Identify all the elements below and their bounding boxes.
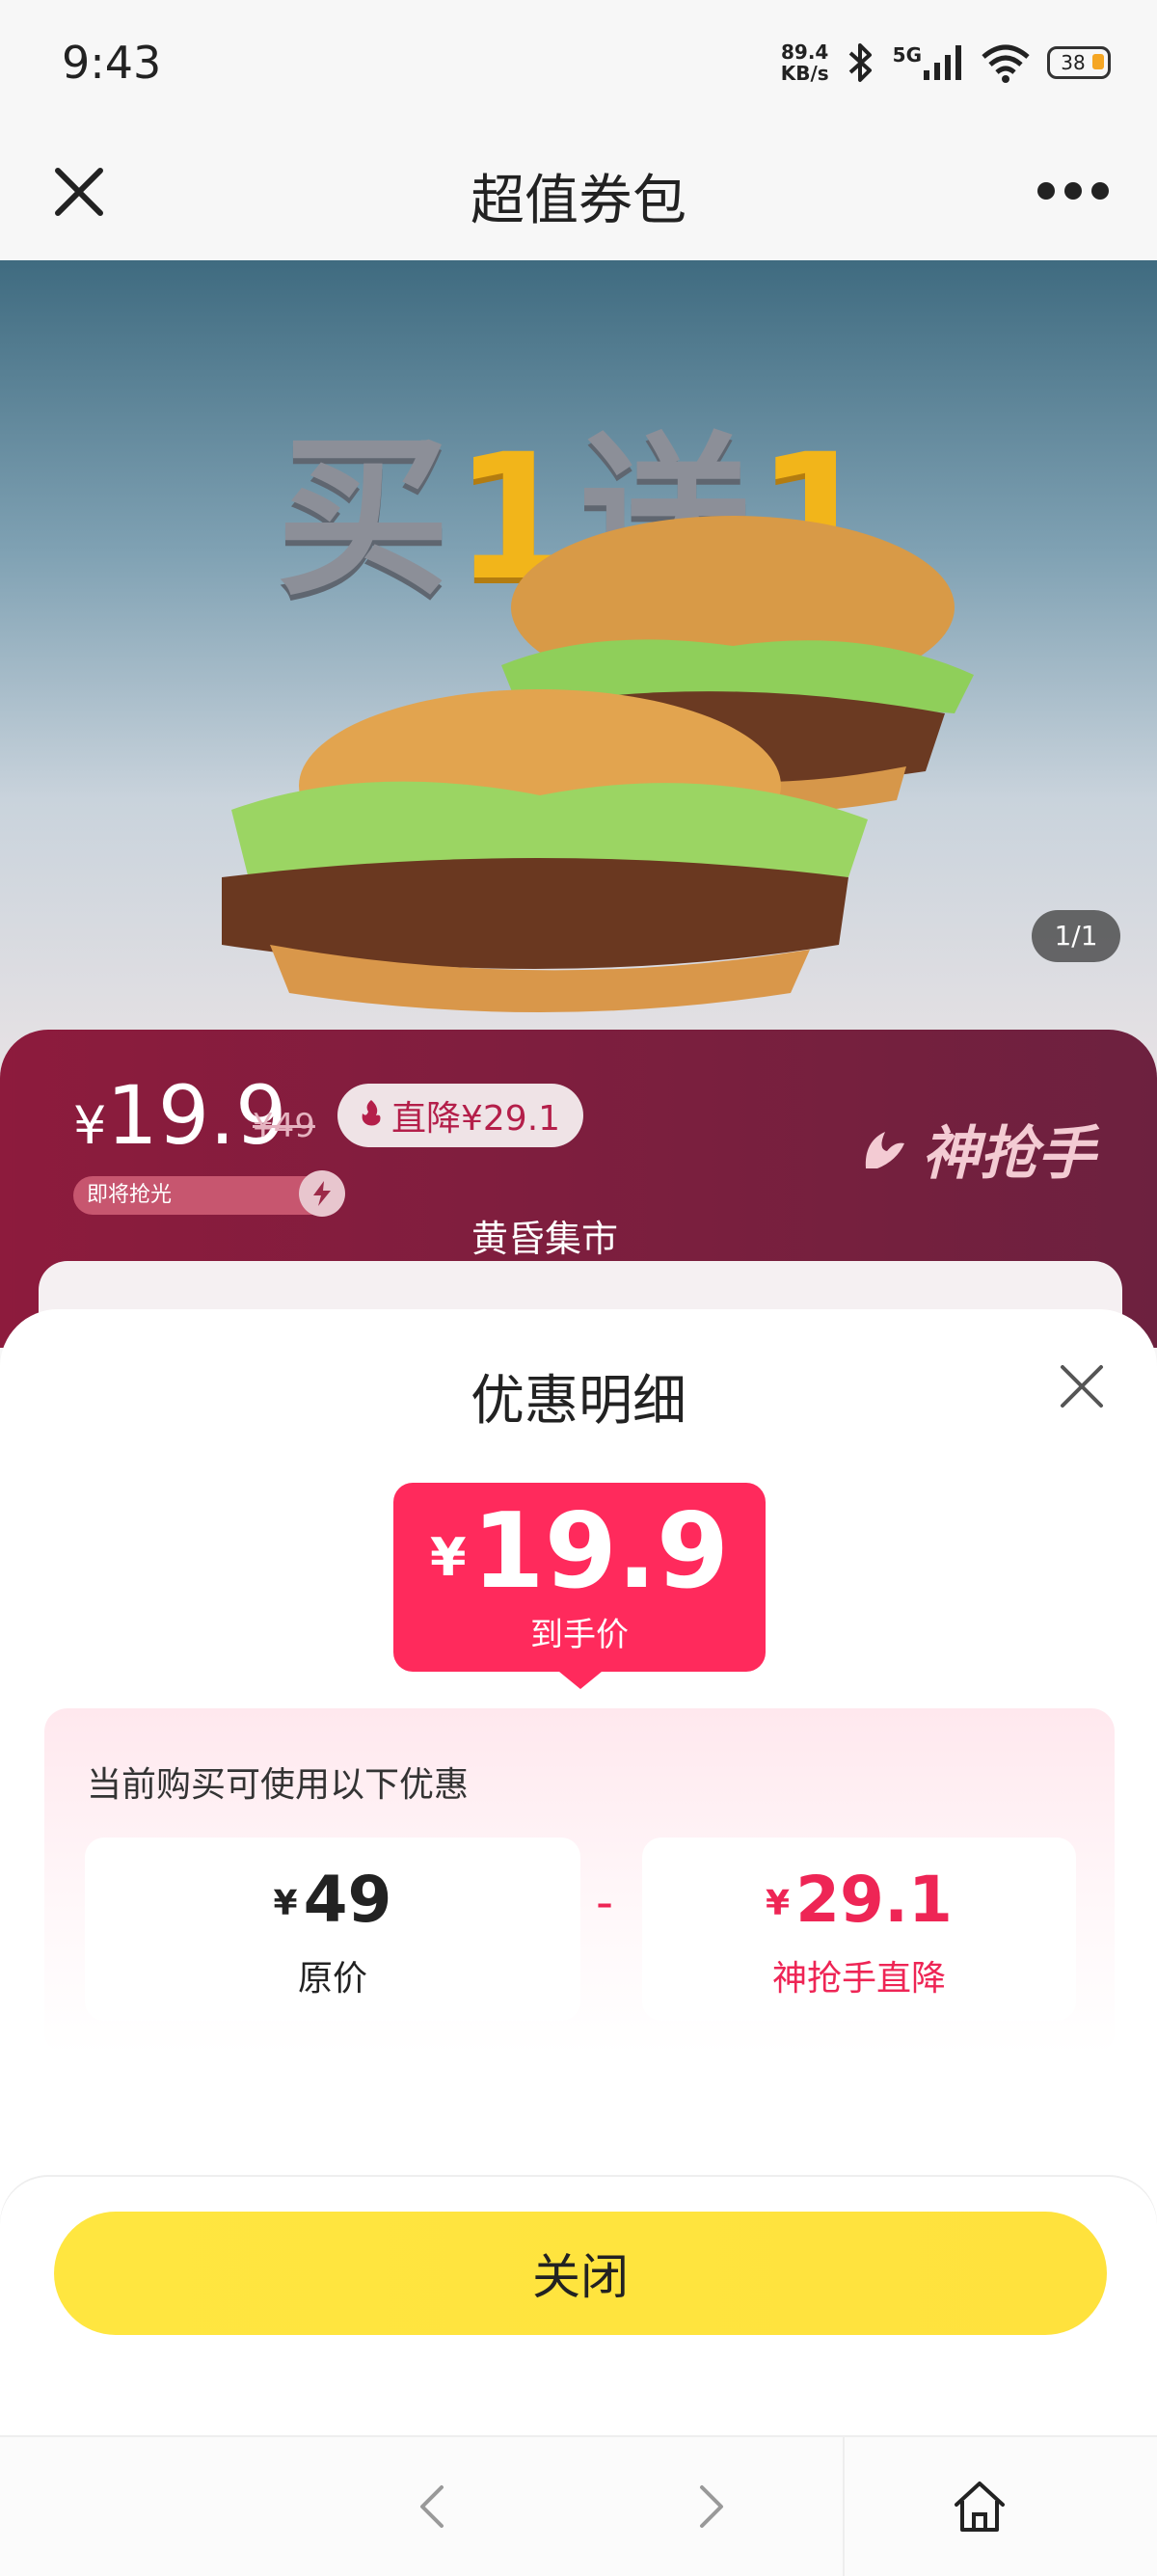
net-speed-unit: KB/s xyxy=(780,62,829,85)
close-icon[interactable] xyxy=(1055,1359,1109,1413)
net-speed-value: 89.4 xyxy=(781,40,829,64)
status-icons: 89.4 KB/s 5G 38 xyxy=(781,39,1111,87)
sheet-title: 优惠明细 xyxy=(471,1370,686,1433)
back-arrow-icon[interactable] xyxy=(405,2478,463,2536)
hero-image[interactable]: 买1送1 1/1 xyxy=(0,260,1157,1089)
status-time: 9:43 xyxy=(62,37,162,89)
price-drop-label: 神抢手直降 xyxy=(771,1959,946,1999)
page-title: 超值券包 xyxy=(471,170,686,232)
minus-operator: - xyxy=(596,1874,614,1930)
nav-bar: 超值券包 xyxy=(0,130,1157,260)
battery-level: 38 xyxy=(1061,51,1086,74)
net-speed: 89.4 KB/s xyxy=(781,41,829,84)
status-bar: 9:43 89.4 KB/s 5G 38 xyxy=(0,0,1157,130)
bluetooth-icon xyxy=(845,41,877,84)
brand-logo: 神抢手 xyxy=(858,1107,1095,1191)
final-price-amount: ¥19.9 xyxy=(429,1491,730,1612)
home-icon[interactable] xyxy=(949,2476,1010,2537)
market-label: 黄昏集市 xyxy=(471,1218,618,1260)
signal-icon: 5G xyxy=(893,43,964,82)
price-drop-badge: 直降¥29.1 xyxy=(337,1084,584,1147)
network-type: 5G xyxy=(892,43,922,67)
battery-icon: 38 xyxy=(1047,46,1111,79)
wifi-icon xyxy=(980,41,1032,84)
browser-nav-bar xyxy=(0,2435,1157,2576)
nav-divider xyxy=(843,2437,845,2576)
sheet-footer: 关闭 xyxy=(0,2177,1157,2437)
image-counter: 1/1 xyxy=(1032,910,1120,962)
more-icon[interactable] xyxy=(1037,176,1111,205)
price-drop-amount: ¥29.1 xyxy=(766,1863,953,1937)
badge-pointer xyxy=(559,1672,602,1689)
price-banner: ¥19.9 ¥49 直降¥29.1 即将抢光 神抢手 黄昏集市 xyxy=(0,1030,1157,1377)
price-drop-box: ¥29.1 神抢手直降 xyxy=(642,1838,1076,2021)
burger-image xyxy=(222,516,974,1012)
banner-original-price: ¥49 xyxy=(253,1107,315,1145)
discount-panel: 当前购买可使用以下优惠 ¥49 原价 - ¥29.1 神抢手直降 xyxy=(44,1708,1115,2055)
original-price-box: ¥49 原价 xyxy=(85,1838,580,2021)
forward-arrow-icon[interactable] xyxy=(681,2478,739,2536)
final-price-label: 到手价 xyxy=(530,1616,629,1655)
original-price-amount: ¥49 xyxy=(273,1863,392,1937)
flame-icon xyxy=(357,1096,386,1136)
final-price-badge: ¥19.9 到手价 xyxy=(393,1483,766,1672)
discount-caption: 当前购买可使用以下优惠 xyxy=(87,1765,470,1805)
close-button[interactable]: 关闭 xyxy=(54,2212,1107,2335)
original-price-label: 原价 xyxy=(297,1959,367,1999)
